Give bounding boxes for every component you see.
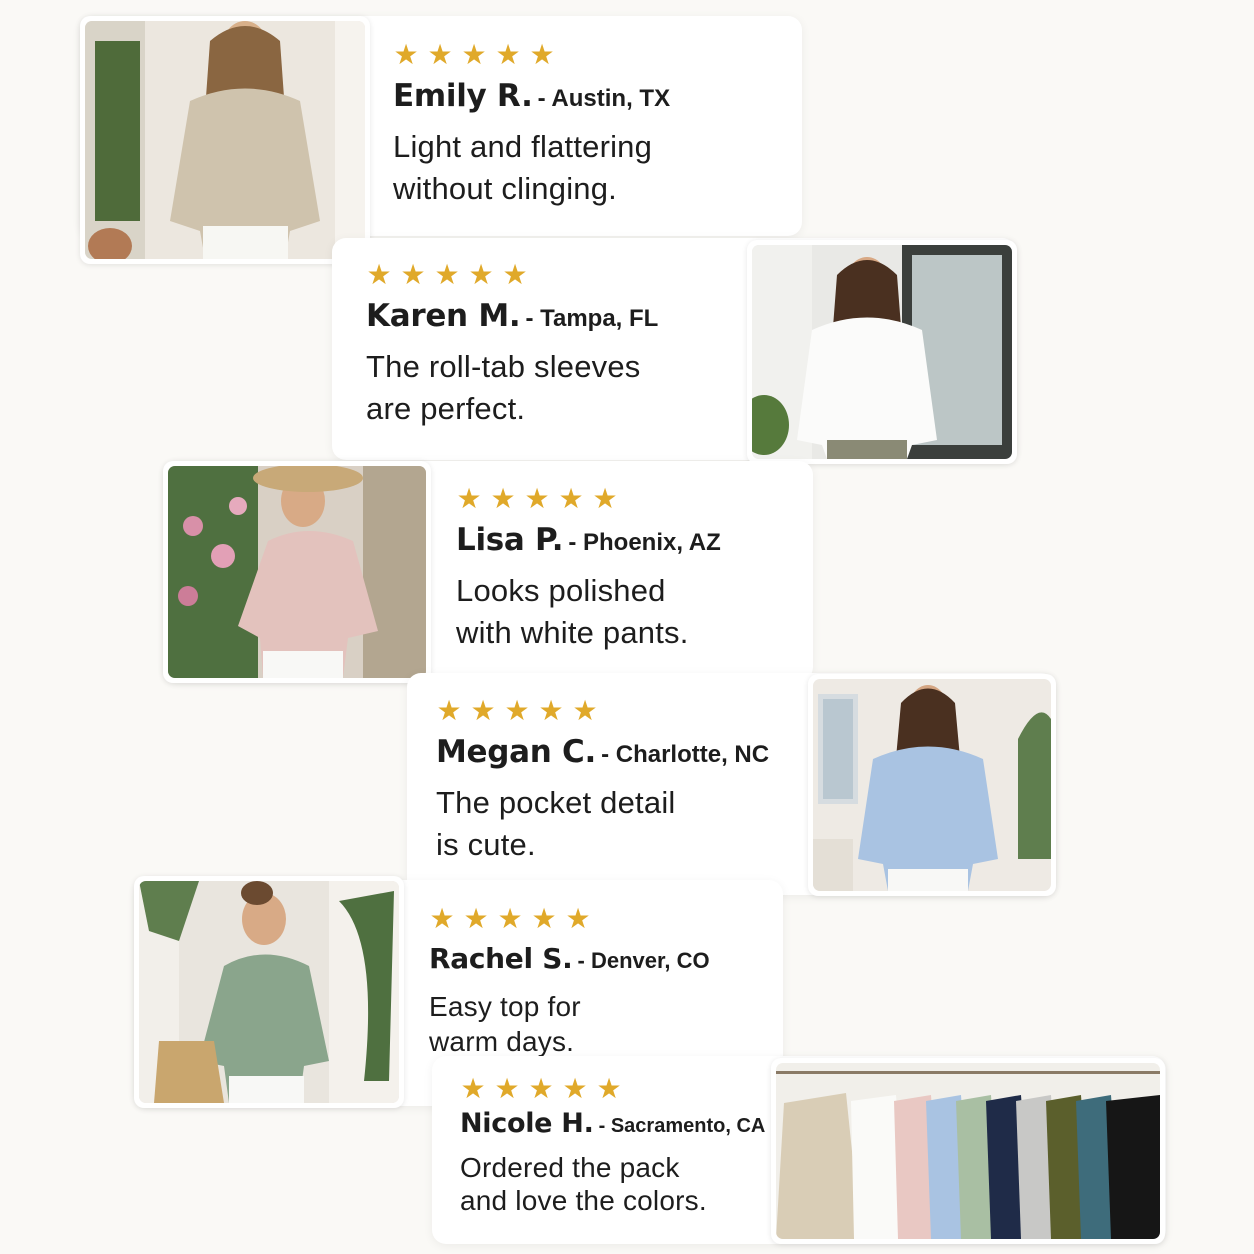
shirt-color-pack-image <box>776 1063 1160 1239</box>
reviewer-name: Nicole H. <box>460 1108 594 1139</box>
review-quote: Light and flattering without clinging. <box>393 126 793 210</box>
quote-line: without clinging. <box>393 171 617 206</box>
review-photo-emily <box>80 16 370 264</box>
review-text-megan: ★ ★ ★ ★ ★ Megan C. - Charlotte, NC The p… <box>436 694 796 866</box>
review-text-emily: ★ ★ ★ ★ ★ Emily R. - Austin, TX Light an… <box>393 38 793 210</box>
star-icon: ★ <box>572 694 598 727</box>
star-icon: ★ <box>490 482 516 515</box>
reviewer-location: - Charlotte, NC <box>601 741 770 768</box>
reviewer-line: Rachel S. - Denver, CO <box>429 942 769 975</box>
star-icon: ★ <box>565 902 591 935</box>
star-icon: ★ <box>502 258 528 291</box>
reviewer-line: Karen M. - Tampa, FL <box>366 298 746 334</box>
review-text-nicole: ★ ★ ★ ★ ★ Nicole H. - Sacramento, CA Ord… <box>460 1072 770 1217</box>
rating-stars: ★ ★ ★ ★ ★ <box>366 258 746 291</box>
reviewer-location: - Denver, CO <box>577 948 710 973</box>
reviewer-location: - Austin, TX <box>537 85 671 112</box>
review-photo-karen <box>747 240 1017 464</box>
review-text-karen: ★ ★ ★ ★ ★ Karen M. - Tampa, FL The roll-… <box>366 258 746 430</box>
reviewer-name: Megan C. <box>436 734 596 770</box>
review-photo-lisa <box>163 461 431 683</box>
quote-line: Light and flattering <box>393 129 653 164</box>
star-icon: ★ <box>531 902 557 935</box>
reviewer-name: Lisa P. <box>456 522 564 558</box>
star-icon: ★ <box>538 694 564 727</box>
woman-sage-linen-shirt-image <box>139 881 399 1103</box>
star-icon: ★ <box>592 482 618 515</box>
star-icon: ★ <box>461 38 487 71</box>
quote-line: Ordered the pack <box>460 1152 680 1183</box>
review-quote: The roll-tab sleeves are perfect. <box>366 346 746 430</box>
star-icon: ★ <box>596 1072 622 1105</box>
quote-line: are perfect. <box>366 391 526 426</box>
review-photo-rachel <box>134 876 404 1108</box>
rating-stars: ★ ★ ★ ★ ★ <box>460 1072 770 1105</box>
star-icon: ★ <box>436 694 462 727</box>
quote-line: Looks polished <box>456 573 666 608</box>
rating-stars: ★ ★ ★ ★ ★ <box>393 38 793 71</box>
star-icon: ★ <box>460 1072 486 1105</box>
star-icon: ★ <box>366 258 392 291</box>
reviewer-line: Lisa P. - Phoenix, AZ <box>456 522 806 558</box>
star-icon: ★ <box>470 694 496 727</box>
star-icon: ★ <box>524 482 550 515</box>
star-icon: ★ <box>429 902 455 935</box>
star-icon: ★ <box>427 38 453 71</box>
star-icon: ★ <box>456 482 482 515</box>
rating-stars: ★ ★ ★ ★ ★ <box>429 902 769 935</box>
rating-stars: ★ ★ ★ ★ ★ <box>436 694 796 727</box>
quote-line: warm days. <box>429 1026 575 1057</box>
star-icon: ★ <box>528 1072 554 1105</box>
star-icon: ★ <box>562 1072 588 1105</box>
star-icon: ★ <box>495 38 521 71</box>
star-icon: ★ <box>400 258 426 291</box>
reviewer-name: Emily R. <box>393 78 533 114</box>
quote-line: The pocket detail <box>436 785 676 820</box>
reviewer-line: Nicole H. - Sacramento, CA <box>460 1108 770 1139</box>
woman-white-linen-shirt-image <box>752 245 1012 459</box>
quote-line: The roll-tab sleeves <box>366 349 641 384</box>
star-icon: ★ <box>393 38 419 71</box>
review-text-lisa: ★ ★ ★ ★ ★ Lisa P. - Phoenix, AZ Looks po… <box>456 482 806 654</box>
star-icon: ★ <box>558 482 584 515</box>
woman-blue-linen-shirt-image <box>813 679 1051 891</box>
star-icon: ★ <box>497 902 523 935</box>
review-quote: Looks polished with white pants. <box>456 570 806 654</box>
review-quote: The pocket detail is cute. <box>436 782 796 866</box>
star-icon: ★ <box>434 258 460 291</box>
reviewer-name: Karen M. <box>366 298 521 334</box>
reviewer-location: - Phoenix, AZ <box>568 529 721 556</box>
reviewer-name: Rachel S. <box>429 942 573 975</box>
review-photo-nicole <box>771 1058 1165 1244</box>
star-icon: ★ <box>504 694 530 727</box>
reviewer-line: Megan C. - Charlotte, NC <box>436 734 796 770</box>
quote-line: Easy top for <box>429 991 581 1022</box>
review-photo-megan <box>808 674 1056 896</box>
review-quote: Ordered the pack and love the colors. <box>460 1151 770 1217</box>
review-quote: Easy top for warm days. <box>429 989 769 1059</box>
rating-stars: ★ ★ ★ ★ ★ <box>456 482 806 515</box>
review-text-rachel: ★ ★ ★ ★ ★ Rachel S. - Denver, CO Easy to… <box>429 902 769 1059</box>
star-icon: ★ <box>529 38 555 71</box>
reviewer-line: Emily R. - Austin, TX <box>393 78 793 114</box>
star-icon: ★ <box>494 1072 520 1105</box>
star-icon: ★ <box>468 258 494 291</box>
woman-pink-linen-shirt-image <box>168 466 426 678</box>
star-icon: ★ <box>463 902 489 935</box>
quote-line: is cute. <box>436 827 536 862</box>
reviewer-location: - Sacramento, CA <box>598 1115 766 1137</box>
quote-line: and love the colors. <box>460 1185 707 1216</box>
quote-line: with white pants. <box>456 615 689 650</box>
woman-beige-linen-shirt-image <box>85 21 365 259</box>
reviewer-location: - Tampa, FL <box>525 305 659 332</box>
